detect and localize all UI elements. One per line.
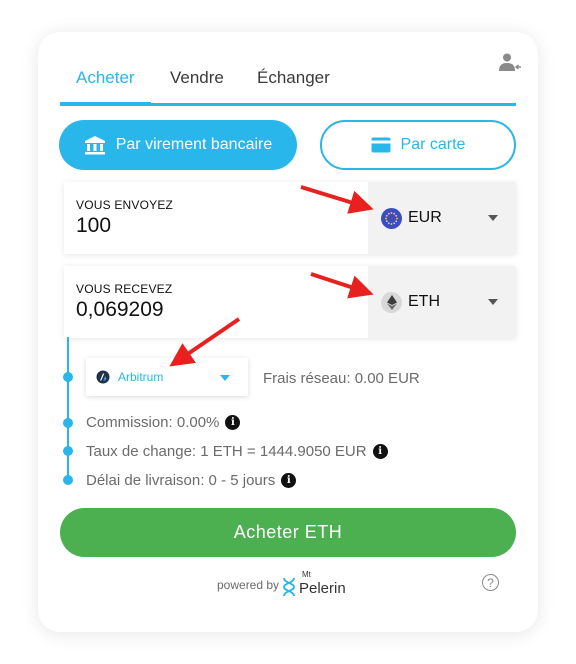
network-fee: Frais réseau: 0.00 EUR — [263, 370, 420, 387]
credit-card-icon — [371, 137, 391, 153]
tab-bar: Acheter Vendre Échanger — [60, 62, 516, 106]
arbitrum-icon — [96, 370, 110, 384]
receive-currency-code: ETH — [408, 293, 440, 310]
card-payment-button[interactable]: Par carte — [320, 120, 516, 170]
tab-acheter[interactable]: Acheter — [76, 68, 135, 88]
commission-row: Commission: 0.00% i — [86, 414, 241, 431]
chevron-down-icon — [220, 375, 230, 381]
commission-text: Commission: 0.00% — [86, 414, 220, 431]
receive-currency-select[interactable]: ETH — [368, 266, 516, 338]
send-currency-code: EUR — [408, 209, 442, 226]
user-switch-icon[interactable] — [498, 52, 522, 72]
network-name: Arbitrum — [118, 370, 164, 384]
details-timeline — [67, 337, 69, 483]
receive-amount-box: VOUS RECEVEZ 0,069209 ETH — [64, 266, 516, 338]
bank-transfer-button[interactable]: Par virement bancaire — [59, 120, 297, 170]
eur-coin-icon — [381, 207, 402, 229]
exchange-rate-row: Taux de change: 1 ETH = 1444.9050 EUR i — [86, 443, 388, 460]
bank-icon — [84, 136, 105, 155]
send-amount-input[interactable]: 100 — [76, 214, 173, 238]
active-tab-indicator — [60, 102, 151, 106]
mt-pelerin-logo[interactable]: Mt Pelerin — [282, 570, 346, 597]
info-icon[interactable]: i — [225, 415, 241, 430]
exchange-rate-text: Taux de change: 1 ETH = 1444.9050 EUR — [86, 443, 367, 460]
send-currency-select[interactable]: EUR — [368, 182, 516, 254]
powered-by-text: powered by — [217, 578, 280, 592]
receive-label: VOUS RECEVEZ — [76, 282, 173, 296]
chevron-down-icon — [488, 215, 498, 221]
receive-amount-value: 0,069209 — [76, 298, 164, 321]
card-payment-label: Par carte — [400, 136, 466, 153]
send-label: VOUS ENVOYEZ — [76, 198, 174, 212]
eth-coin-icon — [381, 291, 402, 313]
timeline-dot — [63, 418, 73, 428]
timeline-dot — [63, 446, 73, 456]
timeline-dot — [63, 372, 73, 382]
mt-pelerin-logo-icon — [283, 577, 295, 597]
send-amount-box: VOUS ENVOYEZ 100 EUR — [64, 182, 516, 254]
timeline-dot — [63, 475, 73, 485]
tab-vendre[interactable]: Vendre — [170, 68, 224, 88]
bank-transfer-label: Par virement bancaire — [115, 136, 273, 153]
info-icon[interactable]: i — [372, 444, 388, 459]
network-select[interactable]: Arbitrum — [86, 358, 248, 396]
buy-eth-button[interactable]: Acheter ETH — [60, 508, 516, 557]
widget-card: Acheter Vendre Échanger Par virement ban… — [38, 32, 538, 632]
brand-mt: Mt — [302, 570, 311, 579]
chevron-down-icon — [488, 299, 498, 305]
brand-name: Pelerin — [299, 580, 346, 597]
info-icon[interactable]: i — [281, 473, 297, 488]
help-icon[interactable]: ? — [482, 574, 499, 591]
delivery-time-row: Délai de livraison: 0 - 5 jours i — [86, 472, 297, 489]
tab-echanger[interactable]: Échanger — [257, 68, 330, 88]
delivery-time-text: Délai de livraison: 0 - 5 jours — [86, 472, 276, 489]
